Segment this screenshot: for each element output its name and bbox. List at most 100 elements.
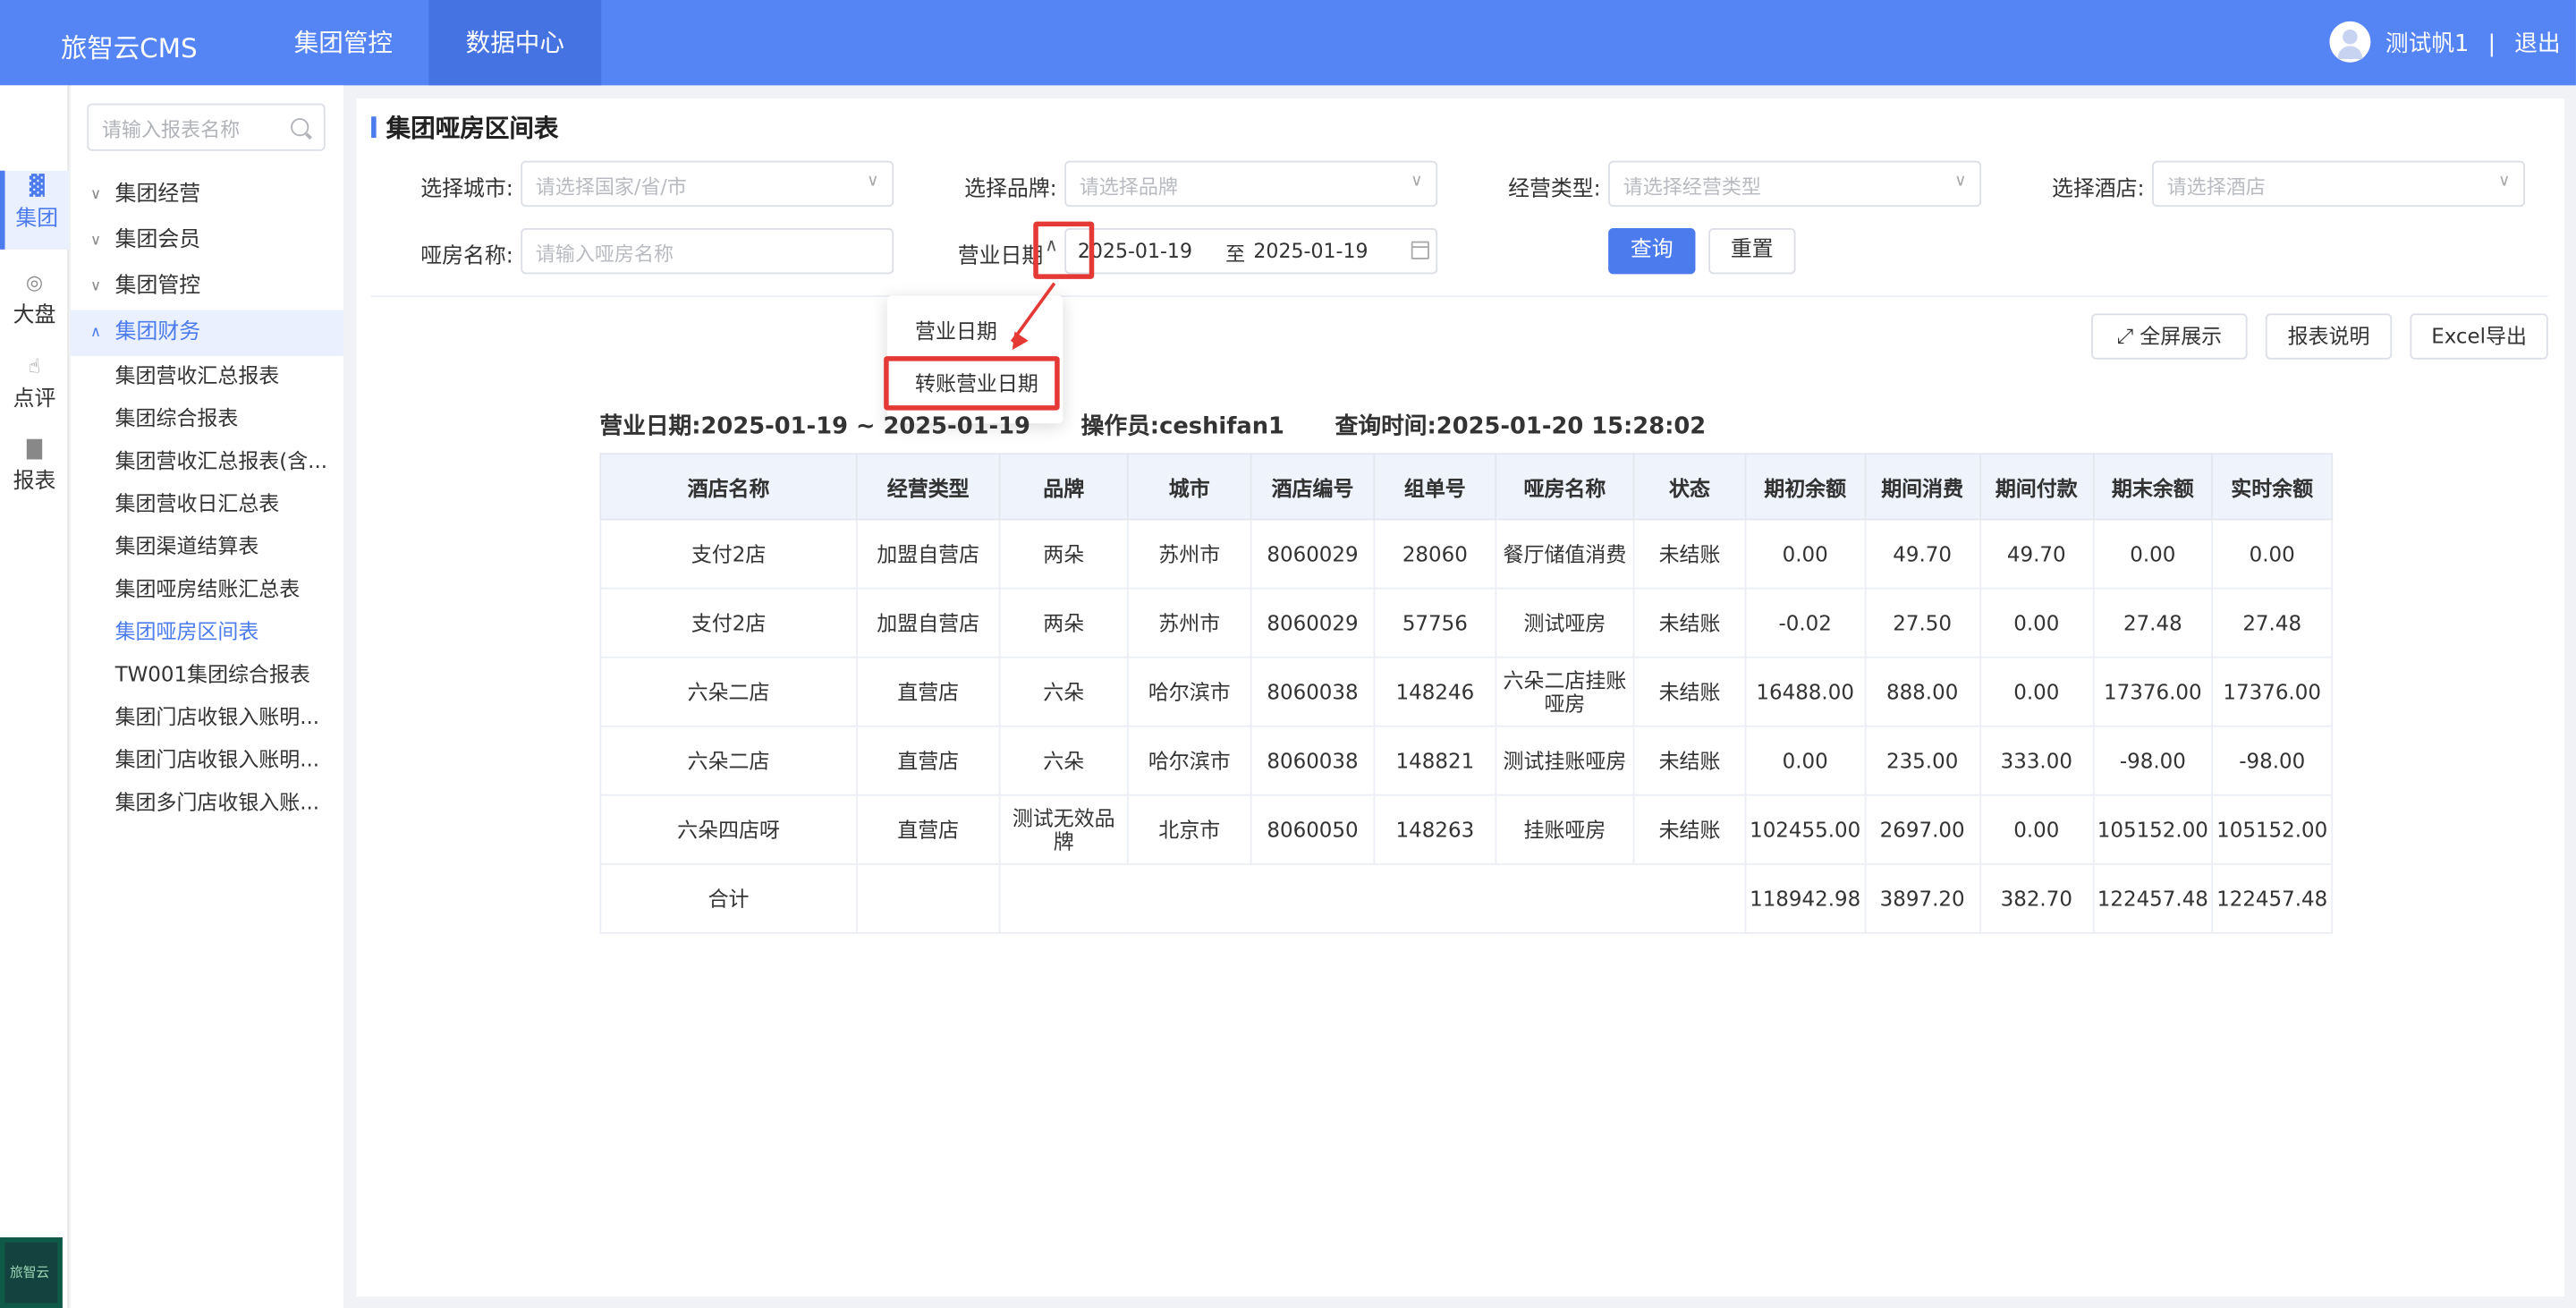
search-icon[interactable] <box>291 118 309 137</box>
date-to[interactable]: 2025-01-19 <box>1253 240 1368 263</box>
biz-type-placeholder: 请选择经营类型 <box>1623 175 1761 199</box>
menu-item[interactable]: 集团门店收银入账明... <box>115 738 332 781</box>
col-header[interactable]: 经营类型 <box>855 453 1001 521</box>
option-business-date[interactable]: 营业日期 <box>887 307 1063 356</box>
menu-item[interactable]: 集团营收汇总报表 <box>115 354 332 397</box>
table-row: 六朵四店呀 直营店 测试无效品牌 北京市 8060050 148263 挂账哑房… <box>599 794 2333 865</box>
menu-item[interactable]: 集团哑房结账汇总表 <box>115 568 332 611</box>
table-cell: 888.00 <box>1863 656 1981 727</box>
bar-chart-icon: ▇ <box>27 436 43 460</box>
col-header[interactable]: 期初余额 <box>1744 453 1866 521</box>
rail-item-group[interactable]: ▓ 集团 <box>0 170 70 250</box>
menu-group-operations[interactable]: ∨ 集团经营 <box>71 173 343 218</box>
total-cell: 122457.48 <box>2211 862 2333 934</box>
nav-data-center[interactable]: 数据中心 <box>428 0 602 86</box>
col-header[interactable]: 期末余额 <box>2092 453 2214 521</box>
col-header[interactable]: 状态 <box>1632 453 1747 521</box>
highlight-box-dropdown <box>1033 221 1095 279</box>
table-cell: 直营店 <box>855 794 1001 865</box>
brand-label: 选择品牌: <box>964 177 1057 202</box>
col-header[interactable]: 期间消费 <box>1863 453 1981 521</box>
user-separator: | <box>2487 30 2496 58</box>
table-cell: 餐厅储值消费 <box>1495 518 1635 590</box>
table-cell: 北京市 <box>1126 794 1252 865</box>
table-cell: 17376.00 <box>2092 656 2214 727</box>
table-cell: 测试哑房 <box>1495 587 1635 658</box>
table-cell: 未结账 <box>1632 725 1747 796</box>
report-search-input[interactable]: 请输入报表名称 <box>87 103 326 151</box>
table-row: 六朵二店 直营店 六朵 哈尔滨市 8060038 148821 测试挂账哑房 未… <box>599 725 2333 796</box>
table-cell: 0.00 <box>1979 794 2095 865</box>
biz-type-select[interactable]: 请选择经营类型 ∨ <box>1608 160 1982 208</box>
col-header[interactable]: 品牌 <box>998 453 1129 521</box>
room-name-input[interactable]: 请输入哑房名称 <box>521 227 894 275</box>
rail-item-label: 集团 <box>15 207 59 232</box>
date-type-select[interactable]: 营业日期 <box>958 238 1044 269</box>
avatar[interactable] <box>2329 21 2371 63</box>
reset-button[interactable]: 重置 <box>1708 227 1796 275</box>
table-cell: 哈尔滨市 <box>1126 656 1252 727</box>
table-cell: 16488.00 <box>1744 656 1866 727</box>
username[interactable]: 测试帆1 <box>2385 31 2470 57</box>
city-label: 选择城市: <box>420 177 513 202</box>
col-header[interactable]: 实时余额 <box>2211 453 2333 521</box>
table-row: 支付2店 加盟自营店 两朵 苏州市 8060029 57756 测试哑房 未结账… <box>599 587 2333 658</box>
brand-select[interactable]: 请选择品牌 ∨ <box>1064 160 1438 208</box>
menu-item[interactable]: 集团营收日汇总表 <box>115 482 332 525</box>
chevron-down-icon: ∨ <box>1954 172 1967 191</box>
table-cell: 两朵 <box>998 518 1129 590</box>
table-cell: 49.70 <box>1863 518 1981 590</box>
query-button[interactable]: 查询 <box>1608 227 1696 275</box>
menu-item-active[interactable]: 集团哑房区间表 <box>115 610 332 653</box>
logout-link[interactable]: 退出 <box>2514 31 2560 57</box>
room-name-placeholder: 请输入哑房名称 <box>535 242 674 267</box>
rail-item-reports[interactable]: ▇ 报表 <box>0 433 69 512</box>
table-cell: 挂账哑房 <box>1495 794 1635 865</box>
fullscreen-button[interactable]: ⤢ 全屏展示 <box>2091 313 2248 360</box>
excel-export-button[interactable]: Excel导出 <box>2410 313 2548 360</box>
table-cell: 0.00 <box>1979 587 2095 658</box>
table-row: 六朵二店 直营店 六朵 哈尔滨市 8060038 148246 六朵二店挂账哑房… <box>599 656 2333 727</box>
calendar-icon[interactable] <box>1411 241 1429 259</box>
col-header[interactable]: 酒店编号 <box>1250 453 1376 521</box>
report-explain-button[interactable]: 报表说明 <box>2265 313 2393 360</box>
menu-item[interactable]: 集团多门店收银入账... <box>115 781 332 824</box>
table-cell: 8060038 <box>1250 725 1376 796</box>
table-total-row: 合计 118942.98 3897.20 382.70 122457.48 12… <box>599 862 2333 934</box>
menu-item[interactable]: 集团门店收银入账明... <box>115 696 332 739</box>
city-select[interactable]: 请选择国家/省/市 ∨ <box>521 160 894 208</box>
menu-item[interactable]: 集团渠道结算表 <box>115 525 332 568</box>
table-cell: 测试挂账哑房 <box>1495 725 1635 796</box>
target-icon: ◎ <box>25 270 44 294</box>
col-header[interactable]: 组单号 <box>1373 453 1497 521</box>
col-header[interactable]: 酒店名称 <box>599 453 858 521</box>
menu-item[interactable]: 集团综合报表 <box>115 397 332 440</box>
table-cell: 苏州市 <box>1126 518 1252 590</box>
menu-group-control[interactable]: ∨ 集团管控 <box>71 264 343 310</box>
table-cell: 8060038 <box>1250 656 1376 727</box>
hotel-select[interactable]: 请选择酒店 ∨ <box>2152 160 2526 208</box>
rail-item-review[interactable]: ☝ 点评 <box>0 352 69 430</box>
title-accent <box>371 116 377 139</box>
rail-item-dashboard[interactable]: ◎ 大盘 <box>0 268 69 346</box>
table-cell: 支付2店 <box>599 587 858 658</box>
menu-group-members[interactable]: ∨ 集团会员 <box>71 218 343 264</box>
menu-item[interactable]: 集团营收汇总报表(含... <box>115 440 332 483</box>
city-placeholder: 请选择国家/省/市 <box>535 175 687 199</box>
chevron-down-icon: ∨ <box>90 233 102 250</box>
hotel-placeholder: 请选择酒店 <box>2166 175 2266 199</box>
col-header[interactable]: 哑房名称 <box>1495 453 1635 521</box>
table-cell: 两朵 <box>998 587 1129 658</box>
chevron-down-icon: ∨ <box>867 172 879 191</box>
col-header[interactable]: 城市 <box>1126 453 1252 521</box>
meta-operator: 操作员:ceshifan1 <box>1080 413 1284 440</box>
menu-group-finance[interactable]: ∧ 集团财务 <box>70 310 343 357</box>
brand-logo[interactable]: 旅智云CMS <box>61 26 198 65</box>
table-cell: 28060 <box>1373 518 1497 590</box>
table-cell: 102455.00 <box>1744 794 1866 865</box>
col-header[interactable]: 期间付款 <box>1979 453 2095 521</box>
table-cell: 8060029 <box>1250 518 1376 590</box>
menu-item[interactable]: TW001集团综合报表 <box>115 653 332 696</box>
nav-group-control[interactable]: 集团管控 <box>258 0 428 85</box>
date-from[interactable]: 2025-01-19 <box>1078 240 1192 263</box>
